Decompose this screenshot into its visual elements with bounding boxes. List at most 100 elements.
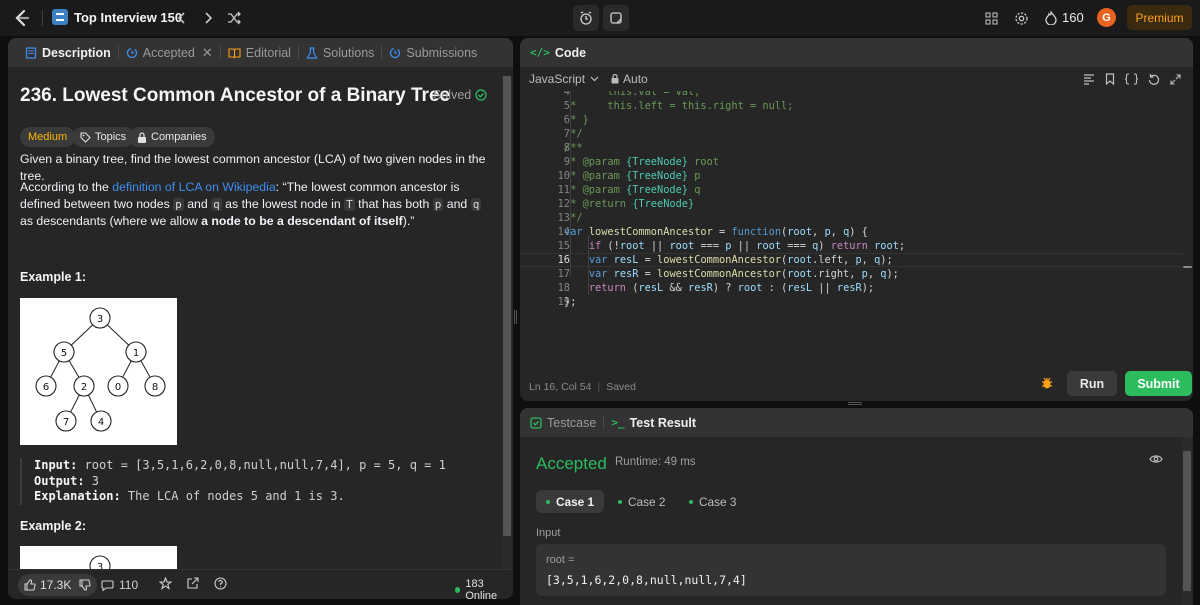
editor-scrollbar[interactable] — [1182, 91, 1192, 361]
tree-node-label: 1 — [133, 348, 139, 359]
comment-icon — [101, 580, 114, 591]
reset-icon[interactable] — [1148, 73, 1160, 85]
input-variable-value: [3,5,1,6,2,0,8,null,null,7,4] — [546, 573, 747, 587]
tree-node-label: 8 — [152, 382, 158, 393]
definition-text: as the lowest node in — [221, 197, 345, 211]
inline-code-q: q — [211, 198, 222, 211]
online-dot — [455, 587, 461, 593]
star-icon[interactable] — [158, 576, 173, 593]
problem-title: 236. Lowest Common Ancestor of a Binary … — [20, 85, 451, 106]
premium-button[interactable]: Premium — [1127, 5, 1192, 30]
tab-test-result-label: Test Result — [629, 415, 697, 430]
timer-button[interactable] — [573, 5, 599, 31]
input-box: root = [3,5,1,6,2,0,8,null,null,7,4] — [536, 544, 1166, 596]
eye-icon[interactable] — [1149, 452, 1163, 467]
comment-count: 110 — [119, 578, 139, 592]
help-icon[interactable] — [214, 577, 227, 593]
expand-icon[interactable] — [1170, 73, 1181, 85]
tab-test-result[interactable]: >_ Test Result — [604, 408, 703, 437]
code-line[interactable]: 7 */ — [520, 127, 1193, 141]
code-text: * @return {TreeNode} — [564, 198, 695, 210]
chevron-right-icon[interactable] — [196, 6, 220, 30]
run-button[interactable]: Run — [1067, 371, 1117, 396]
language-select[interactable]: JavaScript — [529, 72, 599, 86]
definition-bold: a node to be a descendant of itself — [201, 214, 403, 228]
companies-label: Companies — [151, 131, 207, 143]
code-line[interactable]: 6 * } — [520, 113, 1193, 127]
code-text: /** — [564, 142, 583, 154]
tab-solutions[interactable]: Solutions — [299, 38, 381, 67]
code-line[interactable]: 8/** — [520, 141, 1193, 155]
code-line[interactable]: 4 * this.val = val; — [520, 91, 1193, 99]
thumbs-down-icon[interactable] — [79, 579, 92, 591]
tab-editorial[interactable]: Editorial — [221, 38, 298, 67]
code-brackets-icon: </> — [530, 46, 550, 59]
code-line[interactable]: 9 * @param {TreeNode} root — [520, 155, 1193, 169]
example-1-explanation: The LCA of nodes 5 and 1 is 3. — [120, 489, 345, 503]
tab-description[interactable]: Description — [18, 38, 118, 67]
like-dislike-group[interactable]: 17.3K — [18, 574, 98, 596]
result-scrollbar[interactable] — [1182, 437, 1192, 605]
code-line[interactable]: 12 * @return {TreeNode} — [520, 197, 1193, 211]
check-circle-icon — [475, 89, 487, 101]
companies-button[interactable]: Companies — [129, 127, 215, 147]
description-scrollbar[interactable] — [502, 76, 512, 569]
notes-button[interactable] — [603, 5, 629, 31]
code-text: var resR = lowestCommonAncestor(root.rig… — [588, 268, 899, 280]
panel-resize-handle[interactable] — [514, 310, 517, 324]
code-header: </> Code — [520, 38, 1193, 67]
code-line[interactable]: 14 var lowestCommonAncestor = function(ro… — [520, 225, 1193, 239]
user-avatar[interactable]: G — [1097, 8, 1116, 27]
panel-resize-handle[interactable] — [848, 402, 862, 405]
code-line[interactable]: 16 var resL = lowestCommonAncestor(root.… — [520, 253, 1193, 267]
chevron-left-icon[interactable] — [170, 6, 194, 30]
share-icon[interactable] — [186, 577, 199, 593]
code-line[interactable]: 5 * this.left = this.right = null; — [520, 99, 1193, 113]
case-tab-1[interactable]: Case 1 — [536, 490, 605, 513]
problem-list-icon[interactable] — [52, 9, 68, 25]
topics-button[interactable]: Topics — [72, 127, 135, 147]
close-icon[interactable]: ✕ — [202, 45, 213, 61]
tree-node-label: 3 — [97, 314, 103, 325]
debug-icon[interactable] — [1040, 376, 1054, 393]
tab-code[interactable]: </> Code — [530, 38, 593, 67]
braces-icon[interactable] — [1125, 73, 1138, 85]
case-label: Case 1 — [556, 494, 595, 509]
test-result-panel: Testcase >_ Test Result Accepted Runtime… — [520, 408, 1193, 605]
tab-submissions[interactable]: Submissions — [382, 38, 484, 67]
code-text: * @param {TreeNode} root — [564, 156, 719, 168]
gear-icon[interactable] — [1011, 8, 1031, 28]
code-line[interactable]: 17 var resR = lowestCommonAncestor(root.… — [520, 267, 1193, 281]
leetcode-logo[interactable] — [12, 8, 32, 28]
autocomplete-mode[interactable]: Auto — [611, 72, 648, 86]
format-icon[interactable] — [1083, 73, 1095, 85]
streak-counter[interactable]: 160 — [1045, 10, 1084, 25]
code-line[interactable]: 11 * @param {TreeNode} q — [520, 183, 1193, 197]
code-line[interactable]: 10 * @param {TreeNode} p — [520, 169, 1193, 183]
code-line[interactable]: 19}; — [520, 295, 1193, 309]
grid-menu-icon[interactable] — [981, 8, 1001, 28]
code-text: */ — [564, 212, 583, 224]
example-1-input-line: Input: root = [3,5,1,6,2,0,8,null,null,7… — [34, 458, 490, 474]
code-line[interactable]: 13 */ — [520, 211, 1193, 225]
definition-text: According to the — [20, 180, 113, 194]
scrollbar-thumb[interactable] — [503, 76, 511, 536]
tab-accepted[interactable]: Accepted ✕ — [119, 38, 220, 67]
code-line[interactable]: 15 if (!root || root === p || root === q… — [520, 239, 1193, 253]
case-tab-2[interactable]: Case 2 — [608, 490, 675, 513]
shuffle-icon[interactable] — [222, 6, 246, 30]
wikipedia-lca-link[interactable]: definition of LCA on Wikipedia — [112, 180, 275, 194]
editor-toolbar: JavaScript Auto — [520, 67, 1193, 91]
thumbs-up-icon[interactable] — [24, 579, 36, 591]
tab-testcase[interactable]: Testcase — [530, 408, 603, 437]
problem-list-title[interactable]: Top Interview 150 — [74, 10, 182, 25]
tree-node-label: 6 — [43, 382, 49, 393]
cursor-position: Ln 16, Col 54 — [529, 381, 592, 393]
comments-button[interactable]: 110 — [101, 578, 138, 592]
case-tab-3[interactable]: Case 3 — [679, 490, 746, 513]
code-line[interactable]: 18 return (resL && resR) ? root : (resL … — [520, 281, 1193, 295]
code-editor[interactable]: 4 * this.val = val; 5 * this.left = this.… — [520, 91, 1193, 361]
scrollbar-thumb[interactable] — [1183, 451, 1191, 591]
bookmark-icon[interactable] — [1105, 73, 1115, 85]
submit-button[interactable]: Submit — [1125, 371, 1192, 396]
